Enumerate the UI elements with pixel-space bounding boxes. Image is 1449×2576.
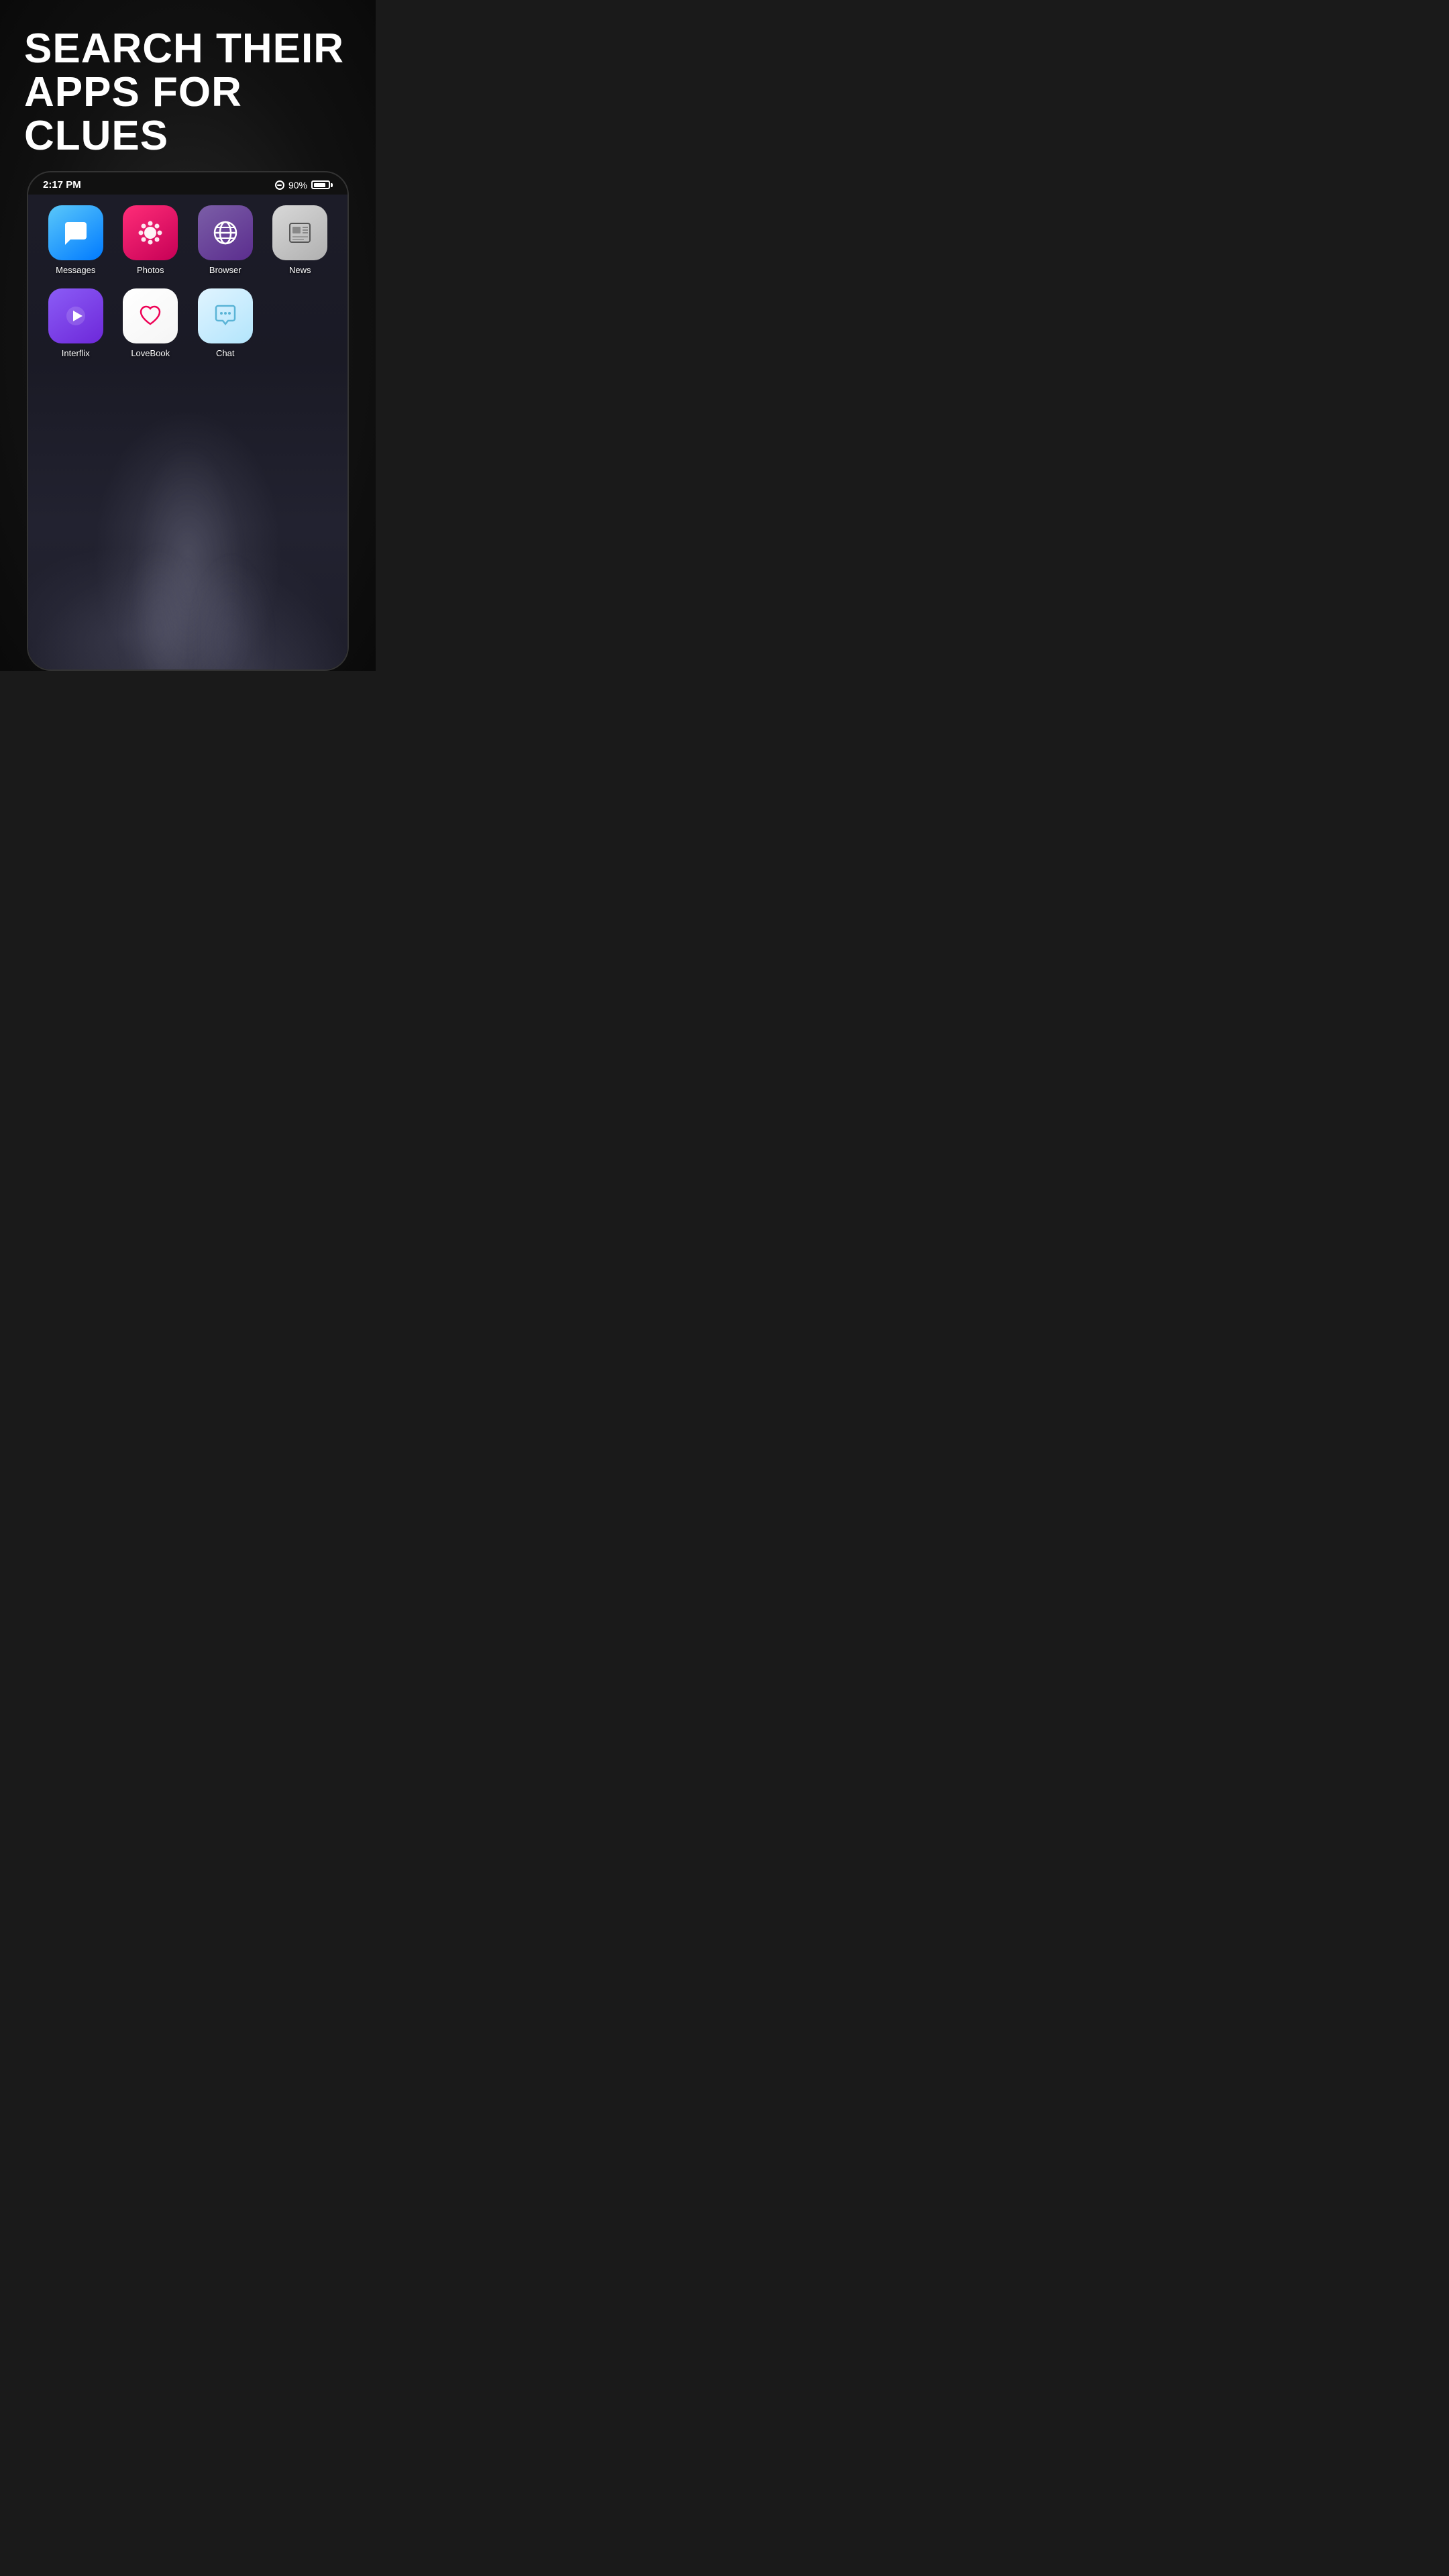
photos-icon [123,205,178,260]
messages-icon [48,205,103,260]
browser-icon [198,205,253,260]
headline: SEARCH THEIR APPS FOR CLUES [0,0,376,171]
headline-line2: APPS FOR CLUES [24,70,352,158]
app-photos[interactable]: Photos [117,205,185,275]
app-interflix[interactable]: Interflix [42,288,110,358]
battery-percent: 90% [288,180,307,191]
interflix-icon [48,288,103,343]
app-news[interactable]: News [266,205,335,275]
battery-icon [311,180,333,189]
interflix-label: Interflix [62,348,90,358]
news-icon [272,205,327,260]
news-label: News [289,265,311,275]
chat-label: Chat [216,348,234,358]
status-bar: 2:17 PM 90% [28,172,347,195]
lovebook-label: LoveBook [131,348,170,358]
app-browser[interactable]: Browser [191,205,260,275]
app-chat[interactable]: Chat [191,288,260,358]
chat-icon [198,288,253,343]
browser-label: Browser [209,265,241,275]
app-messages[interactable]: Messages [42,205,110,275]
app-grid: Messages Phot [28,195,347,372]
dnd-icon [275,180,284,190]
phone-wallpaper: Messages Phot [28,195,347,671]
lovebook-icon [123,288,178,343]
messages-label: Messages [56,265,95,275]
photos-label: Photos [137,265,164,275]
phone-frame: 2:17 PM 90% [27,171,349,671]
app-lovebook[interactable]: LoveBook [117,288,185,358]
status-right: 90% [275,180,333,191]
status-time: 2:17 PM [43,179,81,191]
headline-line1: SEARCH THEIR [24,27,352,70]
